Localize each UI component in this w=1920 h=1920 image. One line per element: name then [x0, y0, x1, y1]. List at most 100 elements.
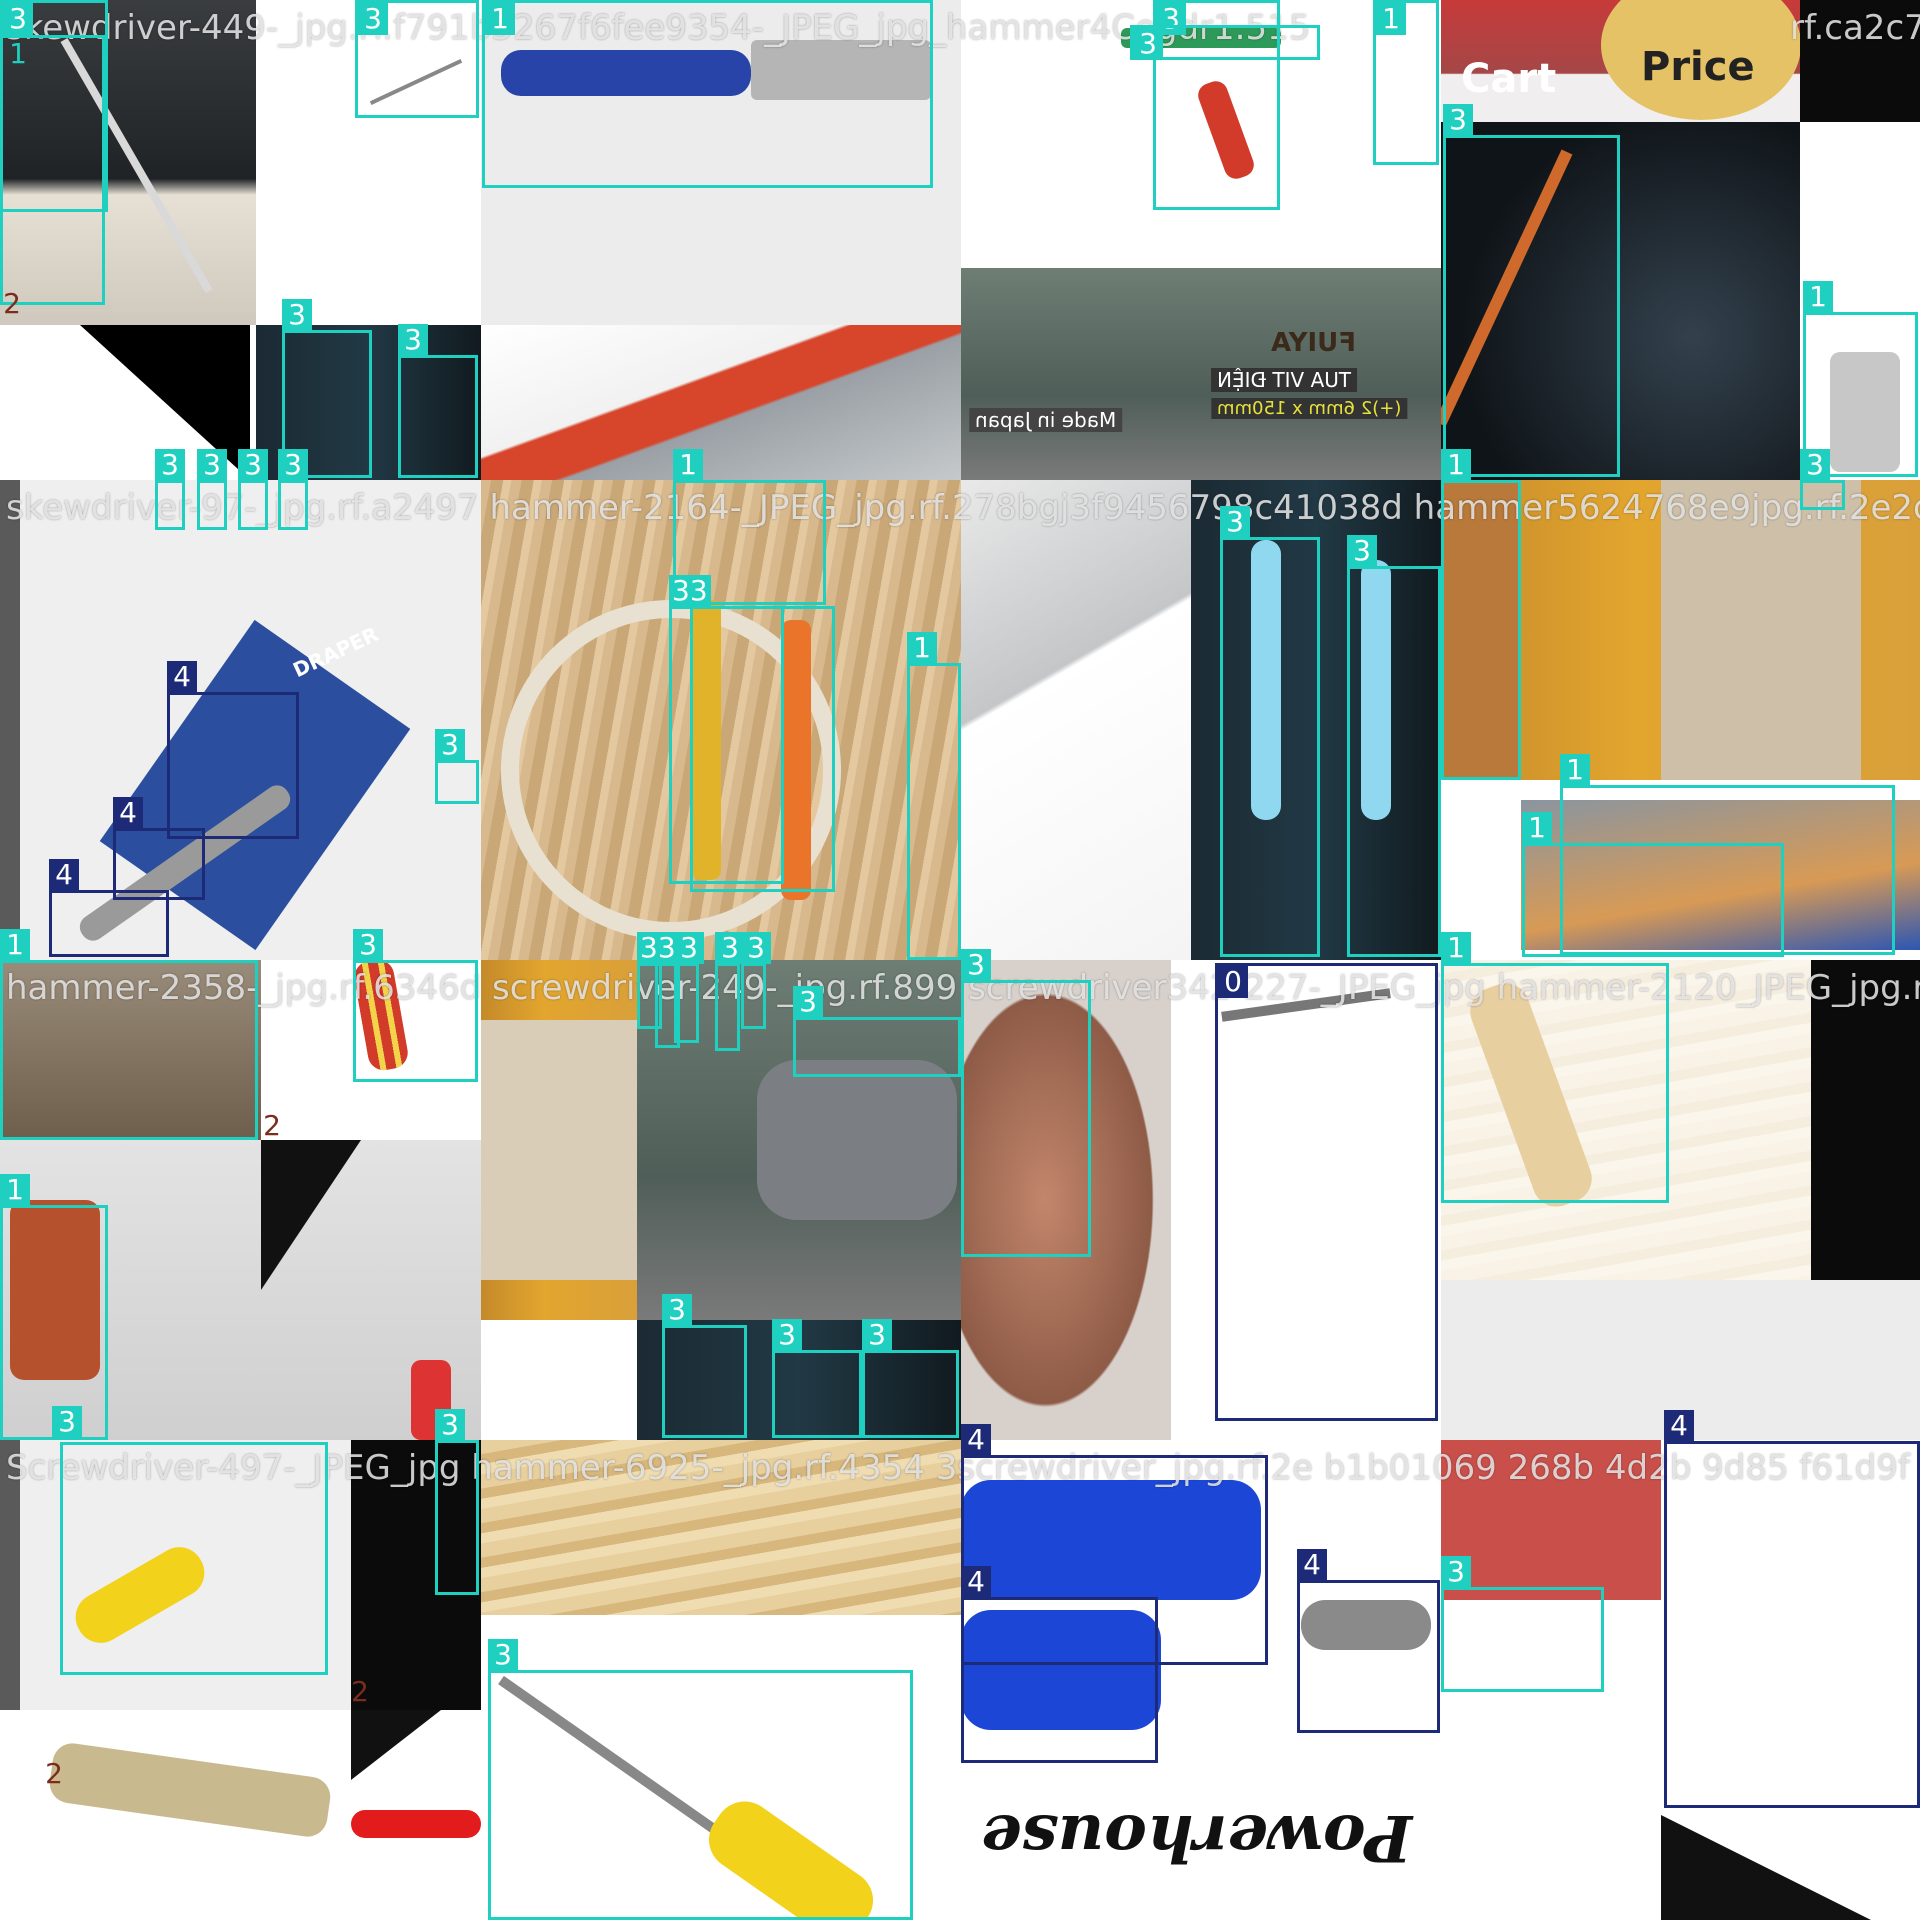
tile-black-corner: [1800, 0, 1920, 122]
class-label: 3: [155, 449, 185, 481]
bbox-class-3: 3: [1441, 1556, 1604, 1692]
bbox-class-1: 1: [0, 1174, 108, 1440]
red-blur-shape: [1441, 1440, 1661, 1600]
class-label: 3: [398, 324, 428, 356]
class-label: 0: [1218, 966, 1248, 998]
class-label: 3: [674, 932, 704, 964]
bbox-class-0: 0: [1215, 963, 1438, 1421]
class-label: 3: [3, 3, 33, 35]
tile-red-pliers: [261, 1140, 481, 1440]
bbox-class-3: 3: [278, 449, 308, 530]
class-label: 1: [1560, 754, 1590, 786]
tile-toolbox-b: [961, 480, 1191, 960]
class-label: 4: [1297, 1549, 1327, 1581]
worker-apron-shape: [1661, 480, 1861, 780]
made-in-text: Made in Japan: [969, 408, 1123, 432]
bbox-class-3: 3: [435, 729, 479, 804]
bbox-class-1: 1: [1441, 449, 1521, 780]
class-label: 3: [238, 449, 268, 481]
class-label: 3: [1443, 104, 1473, 136]
bbox-class-3: 3: [1220, 506, 1320, 957]
triangle-shape-2: [261, 1140, 361, 1290]
class-label: 33: [637, 932, 679, 964]
bbox-class-1: 1: [0, 929, 258, 1140]
class-label: 2: [3, 287, 21, 320]
bbox-class-3: 3: [238, 449, 268, 530]
triangle-shape-4: [351, 1710, 441, 1780]
bbox-class-4: 4: [961, 1566, 1158, 1763]
bbox-class-3: [690, 606, 835, 892]
draper-text: DRAPER: [289, 621, 383, 683]
bbox-class-3: 3: [1347, 535, 1441, 957]
class-label: 4: [167, 661, 197, 693]
class-label: 3: [961, 949, 991, 981]
class-label: 3: [1441, 1556, 1471, 1588]
tile-fuiya-package: FUIYA TUA VIT ĐIỆN (+)2 6mm x 150mm Made…: [961, 268, 1441, 480]
class-label: 1: [1376, 3, 1406, 35]
tile-wood-plank: [481, 1440, 961, 1615]
class-label: 1: [0, 1174, 30, 1206]
tile-cart-price: Cart Price: [1441, 0, 1800, 122]
bbox-class-3: 3: [961, 949, 1091, 1257]
bbox-class-3: 3: [1443, 104, 1620, 477]
bbox-class-3: 3: [355, 0, 479, 118]
class-label: 1: [485, 3, 515, 35]
belt-shape: [481, 1020, 637, 1280]
class-label: 3: [278, 449, 308, 481]
bbox-class-3: 3: [674, 932, 704, 1043]
class-label: 3: [862, 1319, 892, 1351]
bbox-class-3: 3: [353, 929, 478, 1082]
bbox-class-3: 3: [862, 1319, 959, 1438]
class-label: 2: [45, 1757, 63, 1790]
arm-shape: [757, 1060, 957, 1220]
class-label: 3: [488, 1639, 518, 1671]
price-text: Price: [1641, 44, 1755, 90]
bbox-class-1: 1: [907, 632, 961, 960]
bbox-class-3: 3: [488, 1639, 913, 1920]
bbox-class-3: 3: [772, 1319, 862, 1438]
class-label: 1: [1522, 812, 1552, 844]
class-label: 1: [1441, 932, 1471, 964]
class-label: 3: [662, 1294, 692, 1326]
class-label: 3: [1800, 449, 1830, 481]
class-label: 1: [1803, 281, 1833, 313]
bbox-class-3: 3: [155, 449, 185, 530]
class-label: 1: [0, 929, 30, 961]
class-label: 3: [1347, 535, 1377, 567]
bbox-class-3: 3: [197, 449, 227, 530]
class-label: 3: [435, 1409, 465, 1441]
tile-locking-pliers: [0, 1710, 351, 1920]
class-label: 1: [9, 37, 27, 70]
bbox-class-1: 1: [1373, 0, 1439, 165]
bbox-class-4: 4: [167, 661, 299, 839]
detection-mosaic: Cart Price FUIYA TUA VIT ĐIỆN (+)2 6mm x…: [0, 0, 1920, 1920]
class-label: 3: [52, 1406, 82, 1438]
bbox-class-4: 4: [49, 859, 169, 957]
fuiya-text: FUIYA: [1271, 328, 1357, 358]
bbox-class-1: 1: [482, 0, 933, 188]
class-label: 1: [1441, 449, 1471, 481]
tile-black-silhouette: [1811, 960, 1920, 1280]
cart-text: Cart: [1461, 56, 1557, 102]
tile-red-stripe: [351, 1710, 481, 1920]
bbox-class-4: 4: [1297, 1549, 1440, 1733]
class-label: 4: [961, 1566, 991, 1598]
bbox-class-1: 1: [0, 35, 105, 305]
class-label: 3: [741, 932, 771, 964]
class-label: 3: [353, 929, 383, 961]
class-label: 1: [907, 632, 937, 664]
class-label: 3: [772, 1319, 802, 1351]
class-label: 4: [49, 859, 79, 891]
class-label: 2: [263, 1109, 281, 1142]
bbox-class-3: 3: [793, 986, 961, 1077]
bbox-class-3: [60, 1442, 328, 1675]
bbox-class-3: 3: [435, 1409, 479, 1595]
tile-worker-belt: [481, 960, 637, 1320]
class-label: 3: [435, 729, 465, 761]
class-label: 33: [669, 575, 711, 607]
red-stripe-shape: [351, 1810, 481, 1838]
bbox-class-3: 3: [1800, 449, 1845, 510]
class-label: 3: [1133, 28, 1163, 60]
bbox-class-3: 3: [1130, 25, 1320, 60]
bbox-class-3: 3: [741, 932, 771, 1029]
